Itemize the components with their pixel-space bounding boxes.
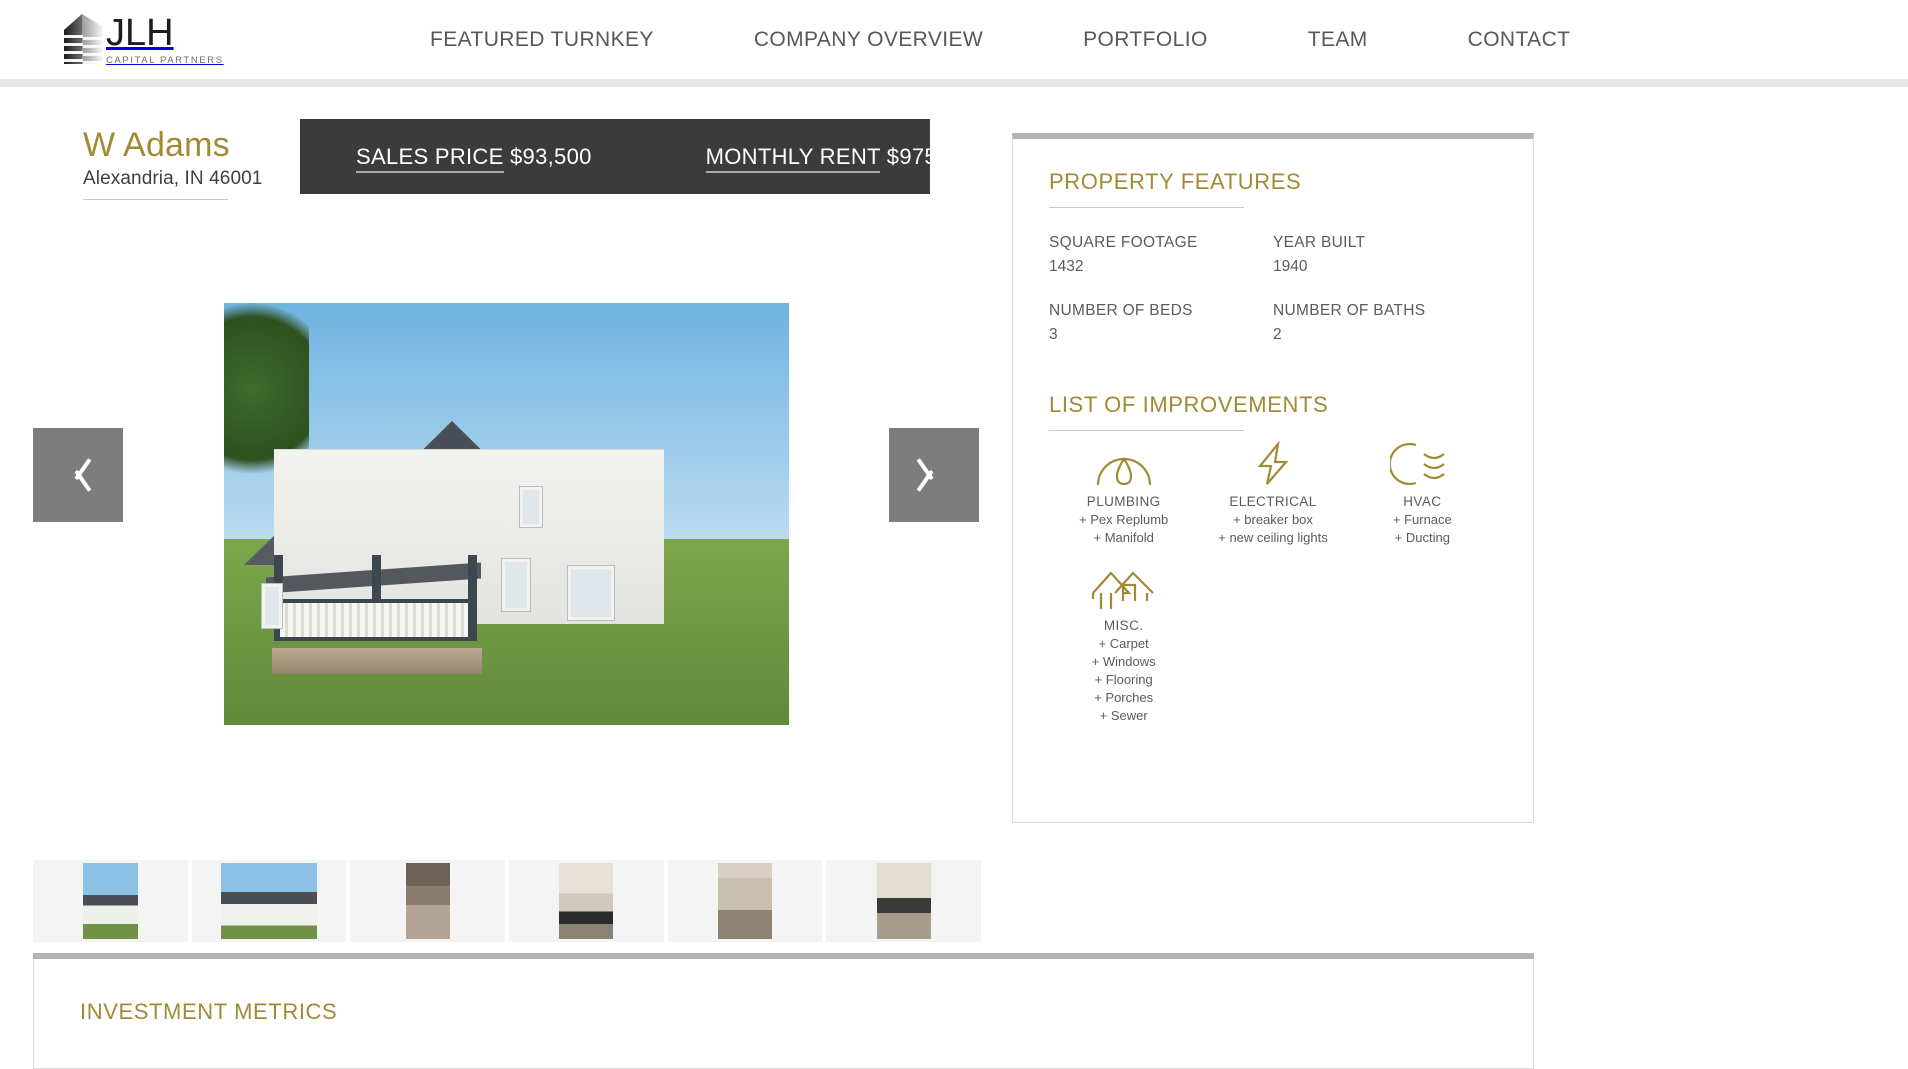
improvement-name: MISC. — [1103, 618, 1144, 633]
nav-item-company-overview[interactable]: COMPANY OVERVIEW — [754, 28, 983, 52]
gallery-thumbnail-strip — [33, 860, 982, 942]
property-details-panel: PROPERTY FEATURES SQUARE FOOTAGE 1432 YE… — [1012, 133, 1534, 823]
nav-item-portfolio[interactable]: PORTFOLIO — [1083, 28, 1208, 52]
thumbnail-image — [559, 863, 614, 939]
thumbnail-utility-room[interactable] — [667, 860, 823, 942]
improvement-line: + Carpet — [1098, 636, 1149, 651]
thumbnail-image — [405, 863, 450, 939]
building-logo-icon — [62, 12, 104, 67]
header-divider — [0, 79, 1908, 87]
heading-rule — [1049, 207, 1244, 208]
investment-metrics-heading: INVESTMENT METRICS — [80, 999, 338, 1024]
water-drop-icon — [1053, 441, 1194, 487]
feature-number-of-baths: NUMBER OF BATHS 2 — [1273, 302, 1497, 344]
thumbnail-image — [876, 863, 931, 939]
feature-label: NUMBER OF BATHS — [1273, 302, 1426, 319]
monthly-rent-label: MONTHLY RENT — [705, 143, 881, 173]
sales-price: SALES PRICE $93,500 — [356, 143, 592, 173]
monthly-rent-value: $975 — [886, 143, 937, 169]
investment-metrics-panel: INVESTMENT METRICS — [33, 959, 1534, 1069]
improvement-line: + breaker box — [1233, 512, 1313, 527]
feature-label: SQUARE FOOTAGE — [1049, 234, 1198, 251]
improvement-plumbing: PLUMBING + Pex Replumb + Manifold — [1049, 441, 1198, 545]
improvement-name: ELECTRICAL — [1229, 494, 1317, 509]
improvement-line: + Pex Replumb — [1079, 512, 1169, 527]
improvement-name: PLUMBING — [1086, 494, 1161, 509]
monthly-rent: MONTHLY RENT $975 — [705, 143, 937, 173]
improvement-line: + new ceiling lights — [1218, 530, 1328, 545]
main-navigation: FEATURED TURNKEY COMPANY OVERVIEW PORTFO… — [430, 0, 1570, 79]
hero-window — [261, 582, 283, 629]
improvement-misc: MISC. + Carpet + Windows + Flooring + Po… — [1049, 563, 1198, 723]
improvement-line: + Sewer — [1099, 708, 1148, 723]
feature-square-footage: SQUARE FOOTAGE 1432 — [1049, 234, 1273, 276]
feature-value: 2 — [1273, 326, 1282, 343]
chevron-right-icon — [921, 453, 947, 497]
site-header: JLH CAPITAL PARTNERS FEATURED TURNKEY CO… — [0, 0, 1908, 79]
thumbnail-image — [718, 863, 773, 939]
lightning-bolt-icon — [1202, 441, 1343, 487]
improvement-line: + Windows — [1091, 654, 1156, 669]
improvement-line: + Porches — [1094, 690, 1154, 705]
feature-value: 1940 — [1273, 258, 1308, 275]
heading-rule — [1049, 430, 1244, 431]
improvement-hvac: HVAC + Furnace + Ducting — [1348, 441, 1497, 545]
houses-icon — [1049, 563, 1198, 611]
price-bar: SALES PRICE $93,500 MONTHLY RENT $975 — [300, 119, 937, 194]
improvements-grid: PLUMBING + Pex Replumb + Manifold ELECTR… — [1049, 441, 1497, 545]
nav-item-team[interactable]: TEAM — [1308, 28, 1368, 52]
page-body: W Adams Alexandria, IN 46001 SALES PRICE… — [0, 87, 1908, 1069]
gallery-next-button[interactable] — [889, 428, 979, 522]
property-details-inner: PROPERTY FEATURES SQUARE FOOTAGE 1432 YE… — [1013, 139, 1533, 723]
listing-title-row: W Adams Alexandria, IN 46001 SALES PRICE… — [33, 119, 981, 223]
feature-number-of-beds: NUMBER OF BEDS 3 — [1049, 302, 1273, 344]
site-logo[interactable]: JLH CAPITAL PARTNERS — [62, 11, 222, 69]
hero-window — [501, 558, 531, 613]
improvement-name: HVAC — [1403, 494, 1442, 509]
hero-porch-rail — [280, 598, 468, 641]
nav-item-featured-turnkey[interactable]: FEATURED TURNKEY — [430, 28, 654, 52]
airflow-icon — [1352, 441, 1493, 487]
listing-left-column: W Adams Alexandria, IN 46001 SALES PRICE… — [33, 119, 981, 725]
sales-price-value: $93,500 — [510, 143, 592, 169]
feature-label: NUMBER OF BEDS — [1049, 302, 1193, 319]
thumbnail-bathroom[interactable] — [826, 860, 982, 942]
title-underline — [83, 199, 228, 200]
feature-value: 3 — [1049, 326, 1058, 343]
feature-label: YEAR BUILT — [1273, 234, 1366, 251]
thumbnail-image — [82, 863, 138, 939]
improvement-line: + Flooring — [1094, 672, 1153, 687]
feature-year-built: YEAR BUILT 1940 — [1273, 234, 1497, 276]
page-title: W Adams — [83, 126, 230, 164]
improvements-heading: LIST OF IMPROVEMENTS — [1049, 392, 1329, 417]
thumbnail-exterior-side[interactable] — [191, 860, 347, 942]
property-features-grid: SQUARE FOOTAGE 1432 YEAR BUILT 1940 NUMB… — [1049, 234, 1497, 344]
property-address: Alexandria, IN 46001 — [83, 168, 263, 189]
improvement-line: + Ducting — [1394, 530, 1450, 545]
improvement-electrical: ELECTRICAL + breaker box + new ceiling l… — [1198, 441, 1347, 545]
thumbnail-staircase[interactable] — [350, 860, 506, 942]
hero-porch-post — [468, 554, 477, 641]
improvement-line: + Furnace — [1392, 512, 1452, 527]
photo-gallery — [33, 258, 981, 725]
thumbnail-kitchen[interactable] — [509, 860, 664, 942]
thumbnail-exterior-front[interactable] — [33, 860, 188, 942]
hero-photo[interactable] — [224, 303, 789, 725]
property-features-heading: PROPERTY FEATURES — [1049, 169, 1302, 194]
sales-price-label: SALES PRICE — [356, 143, 504, 173]
improvement-line: + Manifold — [1093, 530, 1154, 545]
logo-tagline: CAPITAL PARTNERS — [106, 54, 224, 66]
hero-deck — [272, 648, 482, 675]
hero-window — [519, 485, 543, 528]
gallery-prev-button[interactable] — [33, 428, 123, 522]
chevron-left-icon — [65, 453, 91, 497]
nav-item-contact[interactable]: CONTACT — [1468, 28, 1571, 52]
feature-value: 1432 — [1049, 258, 1084, 275]
hero-window — [567, 564, 615, 621]
thumbnail-image — [221, 863, 317, 939]
logo-wordmark: JLH — [106, 11, 174, 54]
